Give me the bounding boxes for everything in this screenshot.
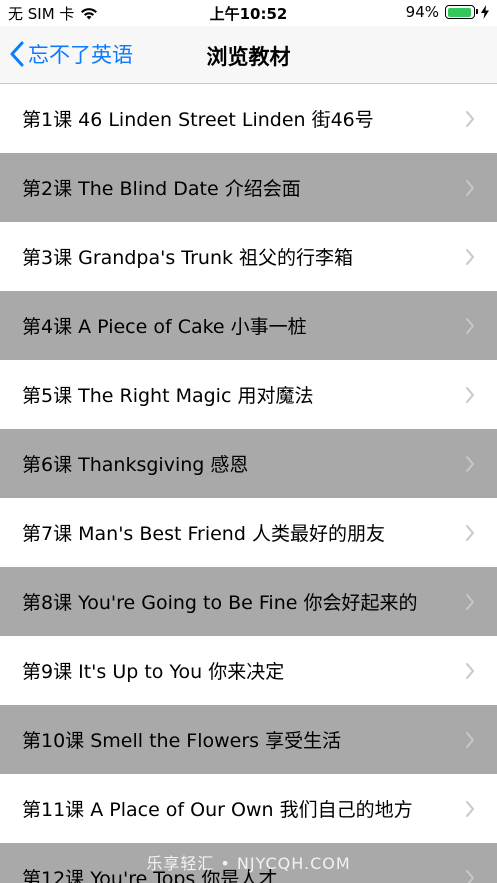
- chevron-right-icon: [466, 593, 474, 610]
- status-right: 94%: [406, 3, 489, 21]
- status-bar: 无 SIM 卡 上午10:52 94%: [0, 0, 497, 26]
- chevron-right-icon: [466, 869, 474, 883]
- chevron-right-icon: [466, 662, 474, 679]
- battery-fill: [447, 7, 471, 17]
- lesson-row-11[interactable]: 第11课 A Place of Our Own 我们自己的地方: [0, 774, 497, 843]
- lesson-label: 第2课 The Blind Date 介绍会面: [22, 178, 301, 200]
- lesson-label: 第4课 A Piece of Cake 小事一桩: [22, 316, 307, 338]
- chevron-right-icon: [466, 248, 474, 265]
- lesson-row-10[interactable]: 第10课 Smell the Flowers 享受生活: [0, 705, 497, 774]
- lesson-label: 第11课 A Place of Our Own 我们自己的地方: [22, 799, 413, 821]
- page-title: 浏览教材: [206, 45, 291, 69]
- battery-icon: [445, 5, 478, 19]
- lesson-label: 第9课 It's Up to You 你来决定: [22, 661, 285, 683]
- lesson-row-7[interactable]: 第7课 Man's Best Friend 人类最好的朋友: [0, 498, 497, 567]
- lesson-row-3[interactable]: 第3课 Grandpa's Trunk 祖父的行李箱: [0, 222, 497, 291]
- battery-percent: 94%: [405, 3, 439, 21]
- lesson-label: 第12课 You're Tops 你是人才: [22, 868, 278, 883]
- lesson-row-6[interactable]: 第6课 Thanksgiving 感恩: [0, 429, 497, 498]
- lesson-row-1[interactable]: 第1课 46 Linden Street Linden 街46号: [0, 84, 497, 153]
- lesson-label: 第7课 Man's Best Friend 人类最好的朋友: [22, 523, 385, 545]
- nav-bar: 忘不了英语 浏览教材: [0, 26, 497, 84]
- lesson-list: 第1课 46 Linden Street Linden 街46号 第2课 The…: [0, 84, 497, 883]
- chevron-right-icon: [466, 524, 474, 541]
- lesson-row-2[interactable]: 第2课 The Blind Date 介绍会面: [0, 153, 497, 222]
- lesson-row-4[interactable]: 第4课 A Piece of Cake 小事一桩: [0, 291, 497, 360]
- lesson-label: 第10课 Smell the Flowers 享受生活: [22, 730, 342, 752]
- lesson-label: 第8课 You're Going to Be Fine 你会好起来的: [22, 592, 418, 614]
- lesson-label: 第5课 The Right Magic 用对魔法: [22, 385, 314, 407]
- chevron-right-icon: [466, 179, 474, 196]
- lesson-row-12[interactable]: 第12课 You're Tops 你是人才: [0, 843, 497, 883]
- chevron-right-icon: [466, 800, 474, 817]
- lesson-row-5[interactable]: 第5课 The Right Magic 用对魔法: [0, 360, 497, 429]
- lesson-label: 第3课 Grandpa's Trunk 祖父的行李箱: [22, 247, 354, 269]
- screen: 无 SIM 卡 上午10:52 94% 忘不了英语 浏览教材 第1课 46 Li…: [0, 0, 497, 883]
- lesson-row-8[interactable]: 第8课 You're Going to Be Fine 你会好起来的: [0, 567, 497, 636]
- chevron-right-icon: [466, 317, 474, 334]
- lesson-label: 第6课 Thanksgiving 感恩: [22, 454, 249, 476]
- chevron-right-icon: [466, 731, 474, 748]
- chevron-right-icon: [466, 110, 474, 127]
- lesson-row-9[interactable]: 第9课 It's Up to You 你来决定: [0, 636, 497, 705]
- chevron-right-icon: [466, 386, 474, 403]
- charging-icon: [481, 5, 489, 19]
- chevron-right-icon: [466, 455, 474, 472]
- lesson-label: 第1课 46 Linden Street Linden 街46号: [22, 109, 374, 131]
